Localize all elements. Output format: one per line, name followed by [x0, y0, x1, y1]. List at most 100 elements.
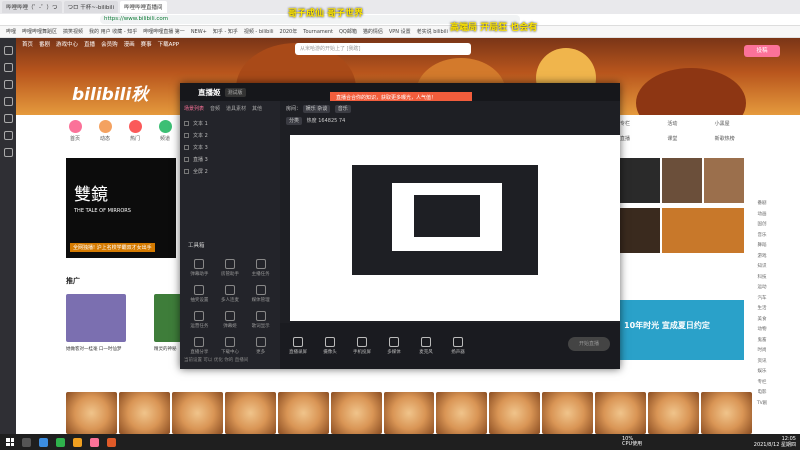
scene-tab[interactable]: 道具素材: [226, 105, 246, 112]
right-nav-item[interactable]: 课堂: [667, 135, 712, 148]
category-item[interactable]: 国创: [754, 221, 770, 232]
tool-item[interactable]: 运营任务: [184, 311, 215, 329]
tool-item[interactable]: 直播分享: [184, 337, 215, 355]
tool-item[interactable]: 下载中心: [215, 337, 246, 355]
bookmark-item[interactable]: 哔哩哔哩直播 第一: [143, 28, 185, 35]
mail-icon[interactable]: [3, 114, 13, 123]
category-item[interactable]: 时尚: [754, 347, 770, 358]
tool-item[interactable]: 多人连麦: [215, 285, 246, 303]
bookmark-item[interactable]: 视频 - bilibili: [244, 28, 274, 35]
video-thumbnail[interactable]: [662, 208, 744, 253]
eye-icon[interactable]: [184, 132, 189, 138]
start-live-button[interactable]: 开始直播: [568, 337, 610, 351]
search-icon[interactable]: [22, 437, 31, 447]
eye-icon[interactable]: [184, 144, 189, 150]
category-item[interactable]: 动物: [754, 326, 770, 337]
browser-tab-active[interactable]: 哔哩哔哩直播间: [120, 1, 167, 13]
category-item[interactable]: 运动: [754, 284, 770, 295]
scene-item[interactable]: 文本 2: [184, 130, 276, 140]
browser-icon[interactable]: [39, 437, 48, 447]
bookmark-item[interactable]: 我的 用户 收藏 - 知乎: [89, 28, 137, 35]
video-title[interactable]: 精灵的神秘: [154, 346, 177, 352]
category-item[interactable]: 美食: [754, 316, 770, 327]
chat-app-icon[interactable]: [56, 437, 65, 447]
eye-icon[interactable]: [184, 156, 189, 162]
search-input[interactable]: 从米哈游的开始上了 [我瞎]: [295, 43, 471, 55]
channel-item[interactable]: 热门: [120, 118, 150, 148]
history-icon[interactable]: [3, 63, 13, 72]
bilibili-logo[interactable]: bilibili秋: [72, 80, 148, 105]
source-button[interactable]: 麦克风: [412, 337, 440, 355]
top-nav-item[interactable]: 游戏中心: [56, 40, 78, 48]
scene-item[interactable]: 文本 1: [184, 118, 276, 128]
tool-item[interactable]: 弹幕助手: [184, 259, 215, 277]
anniversary-banner[interactable]: 10年时光 宣成夏日约定: [620, 300, 744, 360]
channel-item[interactable]: 首页: [60, 118, 90, 148]
star-icon[interactable]: [3, 80, 13, 89]
top-nav-item[interactable]: 下载APP: [158, 40, 179, 48]
download-icon[interactable]: [3, 97, 13, 106]
top-nav-item[interactable]: 赛事: [141, 40, 152, 48]
windows-start-icon[interactable]: [6, 438, 14, 446]
video-thumbnail[interactable]: [662, 158, 702, 203]
bookmark-item[interactable]: 搞笑视频: [63, 28, 83, 35]
tool-item[interactable]: 更多: [245, 337, 276, 355]
category-item[interactable]: 汽车: [754, 295, 770, 306]
category-item[interactable]: 专栏: [754, 379, 770, 390]
category-item[interactable]: 番剧: [754, 200, 770, 211]
scene-item[interactable]: 全屏 2: [184, 166, 276, 176]
scene-item[interactable]: 文本 3: [184, 142, 276, 152]
clock[interactable]: 12:05 2021/8/12 星期四: [754, 436, 796, 448]
bookmark-item[interactable]: 哔哩哔哩舞蹈区: [22, 28, 57, 35]
video-thumbnail[interactable]: [620, 208, 660, 253]
category-item[interactable]: 鬼畜: [754, 337, 770, 348]
scene-tab[interactable]: 音频: [210, 105, 220, 112]
top-nav-item[interactable]: 漫画: [124, 40, 135, 48]
source-button[interactable]: 摄像头: [316, 337, 344, 355]
right-nav-item[interactable]: 专栏: [620, 120, 665, 133]
category-label[interactable]: 分类: [286, 117, 303, 125]
stream-preview[interactable]: [290, 135, 620, 321]
scene-tab[interactable]: 其他: [252, 105, 262, 112]
channel-item[interactable]: 动态: [90, 118, 120, 148]
room-tag[interactable]: 娱乐 杂谈: [302, 105, 331, 113]
category-item[interactable]: 资讯: [754, 358, 770, 369]
channel-item[interactable]: 频道: [150, 118, 180, 148]
source-button[interactable]: 手机投屏: [348, 337, 376, 355]
video-thumbnail[interactable]: [704, 158, 744, 203]
source-button[interactable]: 扬声器: [444, 337, 472, 355]
bookmark-item[interactable]: QQ邮箱: [339, 28, 357, 35]
bookmark-item[interactable]: 哔哩: [6, 28, 16, 35]
video-thumbnail[interactable]: [620, 158, 660, 203]
category-item[interactable]: 音乐: [754, 232, 770, 243]
folder-icon[interactable]: [73, 437, 82, 447]
tool-item[interactable]: 弹幕姬: [215, 311, 246, 329]
category-item[interactable]: 游戏: [754, 253, 770, 264]
bookmark-item[interactable]: Tournament: [303, 29, 333, 35]
bookmark-item[interactable]: 2020年: [280, 28, 298, 35]
top-nav-item[interactable]: 番剧: [39, 40, 50, 48]
settings-icon[interactable]: [3, 148, 13, 157]
upload-button[interactable]: 投稿: [744, 45, 780, 57]
category-item[interactable]: 动画: [754, 211, 770, 222]
category-item[interactable]: TV剧: [754, 400, 770, 411]
top-nav-item[interactable]: 直播: [84, 40, 95, 48]
source-button[interactable]: 多媒体: [380, 337, 408, 355]
browser-tab[interactable]: 哔哩哔哩（゜-゜）つ: [2, 1, 62, 13]
room-tag[interactable]: 音乐: [334, 105, 351, 113]
right-nav-item[interactable]: 活动: [667, 120, 712, 133]
source-button[interactable]: 直播录屏: [284, 337, 312, 355]
bookmark-item[interactable]: 老实说 bilibili: [417, 28, 448, 35]
scene-tab[interactable]: 场景列表: [184, 105, 204, 112]
bookmark-item[interactable]: VPN 设置: [389, 28, 411, 35]
right-nav-item[interactable]: 直播: [620, 135, 665, 148]
tool-item[interactable]: 歌词显示: [245, 311, 276, 329]
category-item[interactable]: 电影: [754, 389, 770, 400]
scene-item[interactable]: 直播 3: [184, 154, 276, 164]
right-nav-item[interactable]: 新歌热榜: [715, 135, 760, 148]
category-item[interactable]: 舞蹈: [754, 242, 770, 253]
video-title[interactable]: 她做客对一桂毫 口一时仙梦: [66, 346, 121, 352]
eye-icon[interactable]: [184, 120, 189, 126]
app-icon[interactable]: [107, 437, 116, 447]
bookmark-item[interactable]: NEW+: [191, 29, 207, 35]
